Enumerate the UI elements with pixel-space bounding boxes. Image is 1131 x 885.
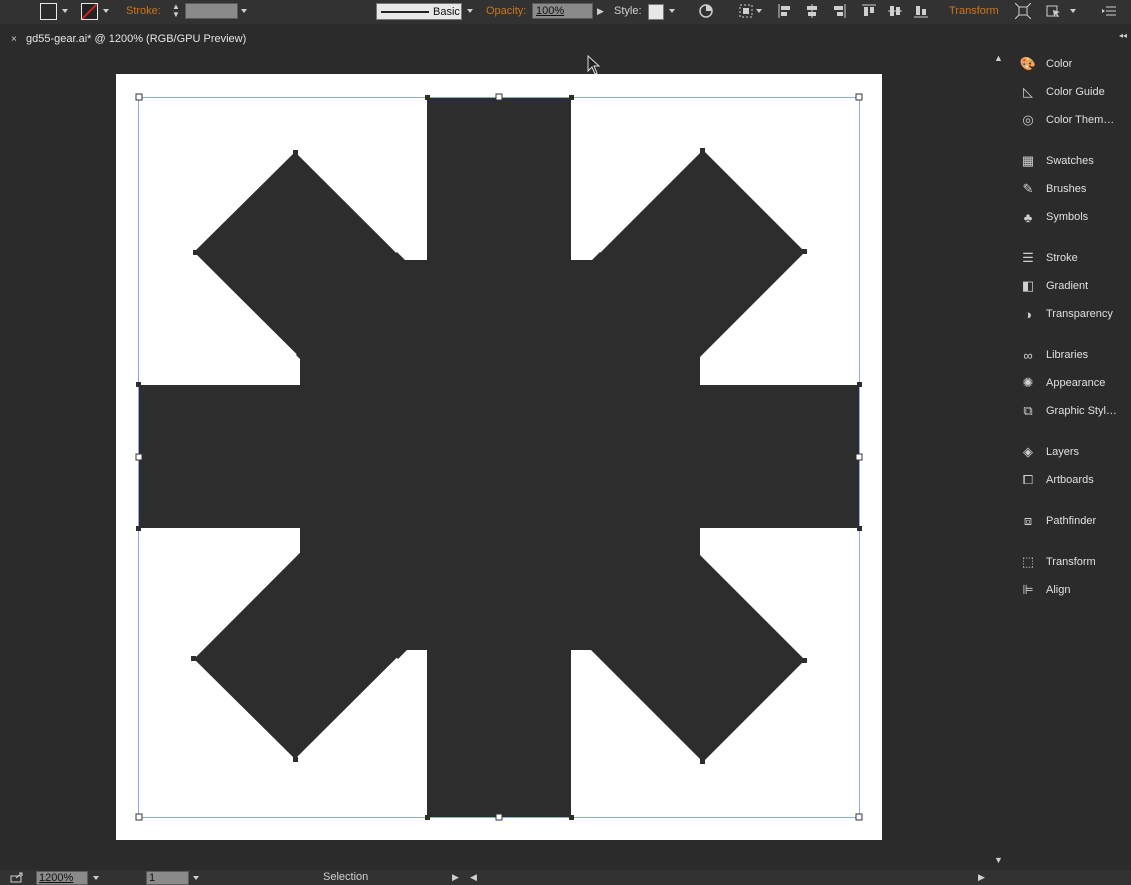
- align-icon: ⊫: [1022, 582, 1034, 597]
- panel-appearance[interactable]: ✺ Appearance: [1018, 373, 1126, 393]
- panel-color[interactable]: 🎨 Color: [1018, 54, 1126, 74]
- panel-label: Graphic Styl…: [1046, 405, 1117, 417]
- panel-gradient[interactable]: ◧ Gradient: [1018, 276, 1126, 296]
- panel-label: Color: [1046, 58, 1073, 70]
- panel-color-guide[interactable]: ◺ Color Guide: [1018, 82, 1126, 102]
- panel-label: Transparency: [1046, 308, 1113, 320]
- pathfinder-icon: ⧈: [1023, 513, 1033, 528]
- panel-label: Swatches: [1046, 155, 1094, 167]
- layers-icon: ◈: [1023, 444, 1033, 459]
- panel-transform[interactable]: ⬚ Transform: [1018, 552, 1126, 572]
- gear-shape[interactable]: [138, 97, 859, 817]
- zoom-level-value: 1200%: [39, 872, 74, 884]
- panel-label: Pathfinder: [1046, 515, 1097, 527]
- artboard-dropdown-arrow[interactable]: [193, 876, 199, 880]
- artboards-icon: ⧠: [1022, 472, 1034, 487]
- panel-menu-icon[interactable]: [1102, 5, 1116, 17]
- panel-stroke[interactable]: ☰ Stroke: [1018, 248, 1126, 268]
- panel-pathfinder[interactable]: ⧈ Pathfinder: [1018, 511, 1126, 531]
- mouse-cursor-icon: [587, 54, 601, 75]
- panel-color-themes[interactable]: ◎ Color Them…: [1018, 110, 1126, 130]
- select-similar-icon[interactable]: [1046, 3, 1062, 19]
- status-menu-arrow-icon[interactable]: ▶: [452, 872, 459, 883]
- dock-scroll-down-icon[interactable]: ▼: [994, 855, 1003, 866]
- panel-artboards[interactable]: ⧠ Artboards: [1018, 470, 1126, 490]
- panel-label: Layers: [1046, 446, 1080, 458]
- panel-graphic-styles[interactable]: ⧉ Graphic Styl…: [1018, 401, 1126, 421]
- zoom-dropdown-arrow[interactable]: [93, 876, 99, 880]
- panel-label: Brushes: [1046, 183, 1087, 195]
- panel-label: Gradient: [1046, 280, 1089, 292]
- panel-symbols[interactable]: ♣ Symbols: [1018, 207, 1126, 227]
- stroke-lines-icon: ☰: [1022, 250, 1034, 265]
- appearance-icon: ✺: [1022, 375, 1034, 390]
- panel-align[interactable]: ⊫ Align: [1018, 580, 1126, 600]
- color-guide-icon: ◺: [1023, 84, 1033, 99]
- panel-label: Transform: [1046, 556, 1096, 568]
- panel-transparency[interactable]: ◑ Transparency: [1018, 304, 1126, 324]
- panel-label: Libraries: [1046, 349, 1089, 361]
- panel-libraries[interactable]: ∞ Libraries: [1018, 345, 1126, 365]
- color-themes-icon: ◎: [1022, 112, 1034, 127]
- dock-scroll-up-icon[interactable]: ▲: [994, 53, 1003, 64]
- graphic-styles-icon: ⧉: [1023, 403, 1033, 418]
- brushes-icon: ✎: [1022, 181, 1034, 196]
- color-palette-icon: 🎨: [1019, 56, 1037, 71]
- symbols-club-icon: ♣: [1023, 209, 1033, 225]
- transparency-icon: ◑: [1024, 306, 1032, 322]
- share-export-icon[interactable]: [10, 872, 24, 883]
- collapse-panels-icon[interactable]: ◂◂: [1119, 30, 1127, 41]
- select-similar-dropdown[interactable]: [1070, 9, 1076, 13]
- scroll-right-icon[interactable]: ▶: [978, 872, 985, 883]
- scroll-left-icon[interactable]: ◀: [470, 872, 477, 883]
- panel-label: Color Guide: [1046, 86, 1105, 98]
- current-tool-label: Selection: [323, 871, 369, 883]
- panel-label: Align: [1046, 584, 1071, 596]
- panel-layers[interactable]: ◈ Layers: [1018, 442, 1126, 462]
- panel-label: Color Them…: [1046, 114, 1115, 126]
- gradient-icon: ◧: [1021, 278, 1035, 293]
- panel-swatches[interactable]: ▦ Swatches: [1018, 151, 1126, 171]
- libraries-cc-icon: ∞: [1023, 347, 1033, 363]
- panel-label: Stroke: [1046, 252, 1078, 264]
- artboard-number-value: 1: [149, 872, 156, 884]
- isolate-selected-icon[interactable]: [1015, 3, 1031, 19]
- zoom-level-field[interactable]: 1200%: [36, 871, 88, 885]
- panel-label: Artboards: [1046, 474, 1094, 486]
- panel-label: Symbols: [1046, 211, 1089, 223]
- swatches-grid-icon: ▦: [1021, 153, 1035, 168]
- panel-brushes[interactable]: ✎ Brushes: [1018, 179, 1126, 199]
- status-bar: 1200% 1 Selection ▶ ◀ ▶: [0, 870, 1131, 885]
- transform-icon: ⬚: [1021, 554, 1035, 569]
- gear-artwork[interactable]: [0, 0, 1000, 870]
- panel-label: Appearance: [1046, 377, 1106, 389]
- artboard-number-field[interactable]: 1: [146, 871, 189, 885]
